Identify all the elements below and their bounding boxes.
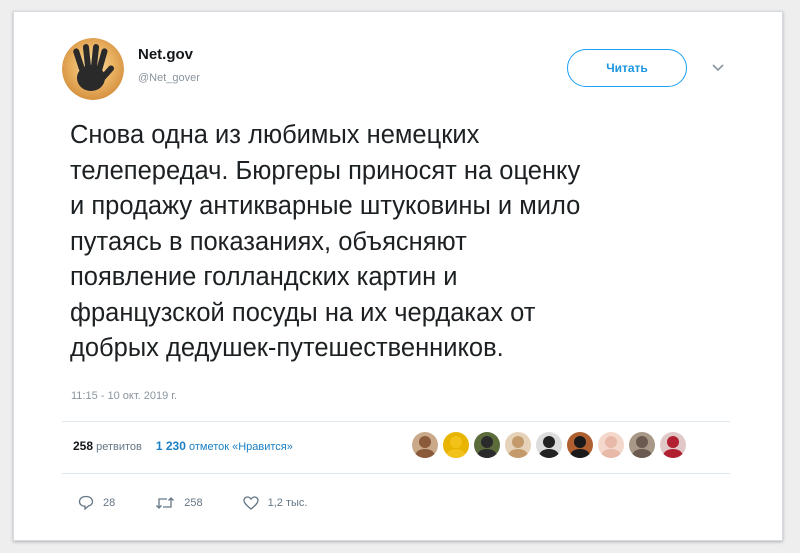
reply-count: 28 (103, 496, 116, 509)
retweets-stat[interactable]: 258 ретвитов (73, 439, 142, 453)
user-handle[interactable]: @Net_gover (138, 72, 200, 84)
liker-avatar[interactable] (505, 432, 531, 458)
like-button[interactable]: 1,2 тыс. (242, 495, 308, 510)
tweet-actions: 28 258 1,2 тыс. (78, 495, 307, 510)
liker-avatar[interactable] (412, 432, 438, 458)
liker-avatar[interactable] (536, 432, 562, 458)
liker-avatar[interactable] (567, 432, 593, 458)
liker-avatar[interactable] (660, 432, 686, 458)
divider (62, 421, 730, 422)
retweet-count: 258 (184, 496, 203, 509)
tweet-stats: 258 ретвитов 1 230 отметок «Нравится» (73, 439, 293, 453)
hand-logo-icon (62, 38, 124, 100)
retweets-label: ретвитов (96, 441, 142, 453)
liker-avatar[interactable] (443, 432, 469, 458)
likes-count: 1 230 (155, 439, 186, 453)
retweet-icon (156, 496, 175, 509)
user-name[interactable]: Net.gov (138, 46, 193, 63)
tweet-text: Снова одна из любимых немецких телеперед… (70, 121, 581, 362)
liker-avatar[interactable] (474, 432, 500, 458)
follow-button[interactable]: Читать (567, 49, 687, 87)
divider (62, 473, 730, 474)
heart-icon (242, 495, 259, 510)
chevron-down-icon[interactable] (708, 58, 728, 78)
reply-icon (78, 495, 94, 510)
liker-avatars (412, 432, 686, 458)
likes-label: отметок «Нравится» (188, 441, 293, 453)
liker-avatar[interactable] (598, 432, 624, 458)
like-count: 1,2 тыс. (267, 496, 308, 509)
reply-button[interactable]: 28 (78, 495, 115, 510)
liker-avatar[interactable] (629, 432, 655, 458)
user-avatar[interactable] (62, 38, 124, 100)
retweets-count: 258 (73, 439, 94, 453)
likes-stat[interactable]: 1 230 отметок «Нравится» (156, 439, 293, 453)
retweet-button[interactable]: 258 (155, 496, 203, 510)
tweet-timestamp[interactable]: 11:15 - 10 окт. 2019 г. (71, 390, 177, 402)
